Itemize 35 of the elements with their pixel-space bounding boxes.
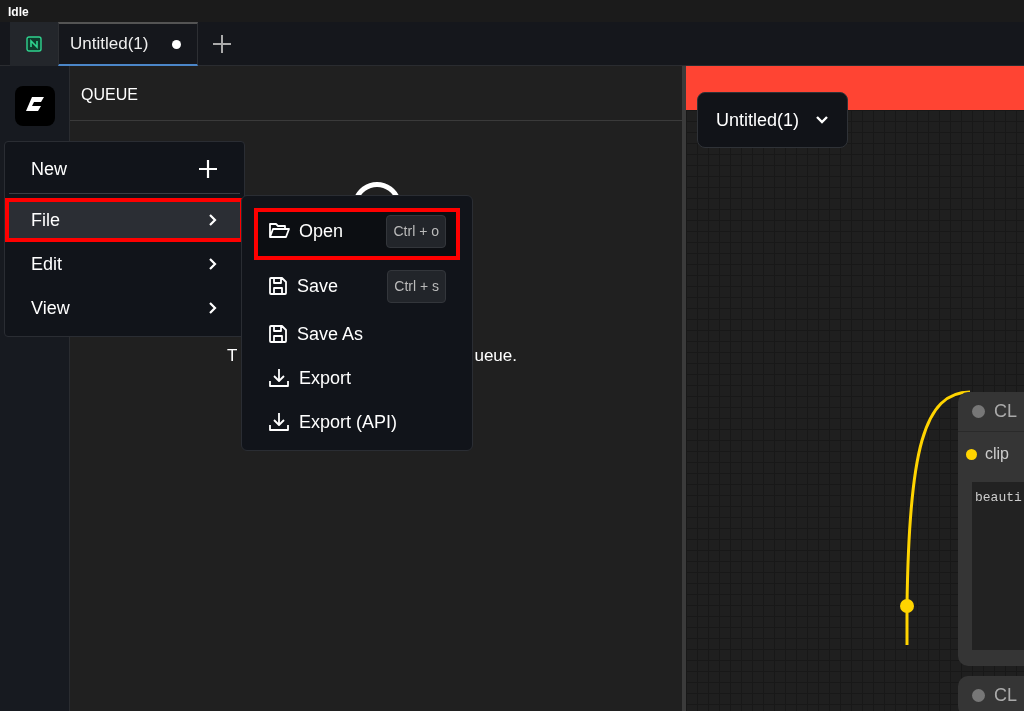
app-icon[interactable] xyxy=(10,22,58,66)
chevron-right-icon xyxy=(208,213,218,227)
input-port[interactable] xyxy=(966,448,977,460)
menu-item[interactable]: File xyxy=(5,198,244,242)
panel-title: QUEUE xyxy=(81,86,138,103)
folder-icon xyxy=(268,222,290,240)
node-title: CL xyxy=(994,684,1017,707)
message-text: T xyxy=(227,345,238,367)
submenu-item[interactable]: Open Ctrl + o xyxy=(254,208,460,260)
shortcut-key: Ctrl + s xyxy=(387,269,446,303)
logo-icon[interactable] xyxy=(14,86,55,126)
input-label: clip xyxy=(985,444,1009,464)
workflow-dropdown[interactable]: Untitled(1) xyxy=(697,92,849,148)
menu-item[interactable]: View xyxy=(5,286,244,330)
menu-item[interactable]: Edit xyxy=(5,242,244,286)
chevron-right-icon xyxy=(208,301,218,315)
collapse-dot[interactable] xyxy=(972,689,985,702)
collapse-dot[interactable] xyxy=(972,405,985,418)
node-canvas[interactable]: Untitled(1) CL clip beauti CL xyxy=(686,66,1024,711)
submenu-item[interactable]: Export (API) xyxy=(254,402,460,442)
submenu-item[interactable]: Save As xyxy=(254,314,460,354)
chevron-down-icon xyxy=(815,115,830,125)
reroute-dot[interactable] xyxy=(900,599,914,613)
submenu-item[interactable]: Save Ctrl + s xyxy=(254,266,460,306)
status-text: Idle xyxy=(8,5,29,19)
download-icon xyxy=(268,412,290,432)
node-title: CL xyxy=(994,400,1017,423)
shortcut-key: Ctrl + o xyxy=(386,214,446,248)
plus-icon xyxy=(212,33,233,54)
chevron-right-icon xyxy=(208,257,218,271)
submenu-item[interactable]: Export xyxy=(254,358,460,398)
text-area[interactable]: beauti xyxy=(972,482,1024,650)
message-text: ueue. xyxy=(474,345,517,367)
download-icon xyxy=(268,368,290,388)
plus-icon xyxy=(198,159,218,179)
